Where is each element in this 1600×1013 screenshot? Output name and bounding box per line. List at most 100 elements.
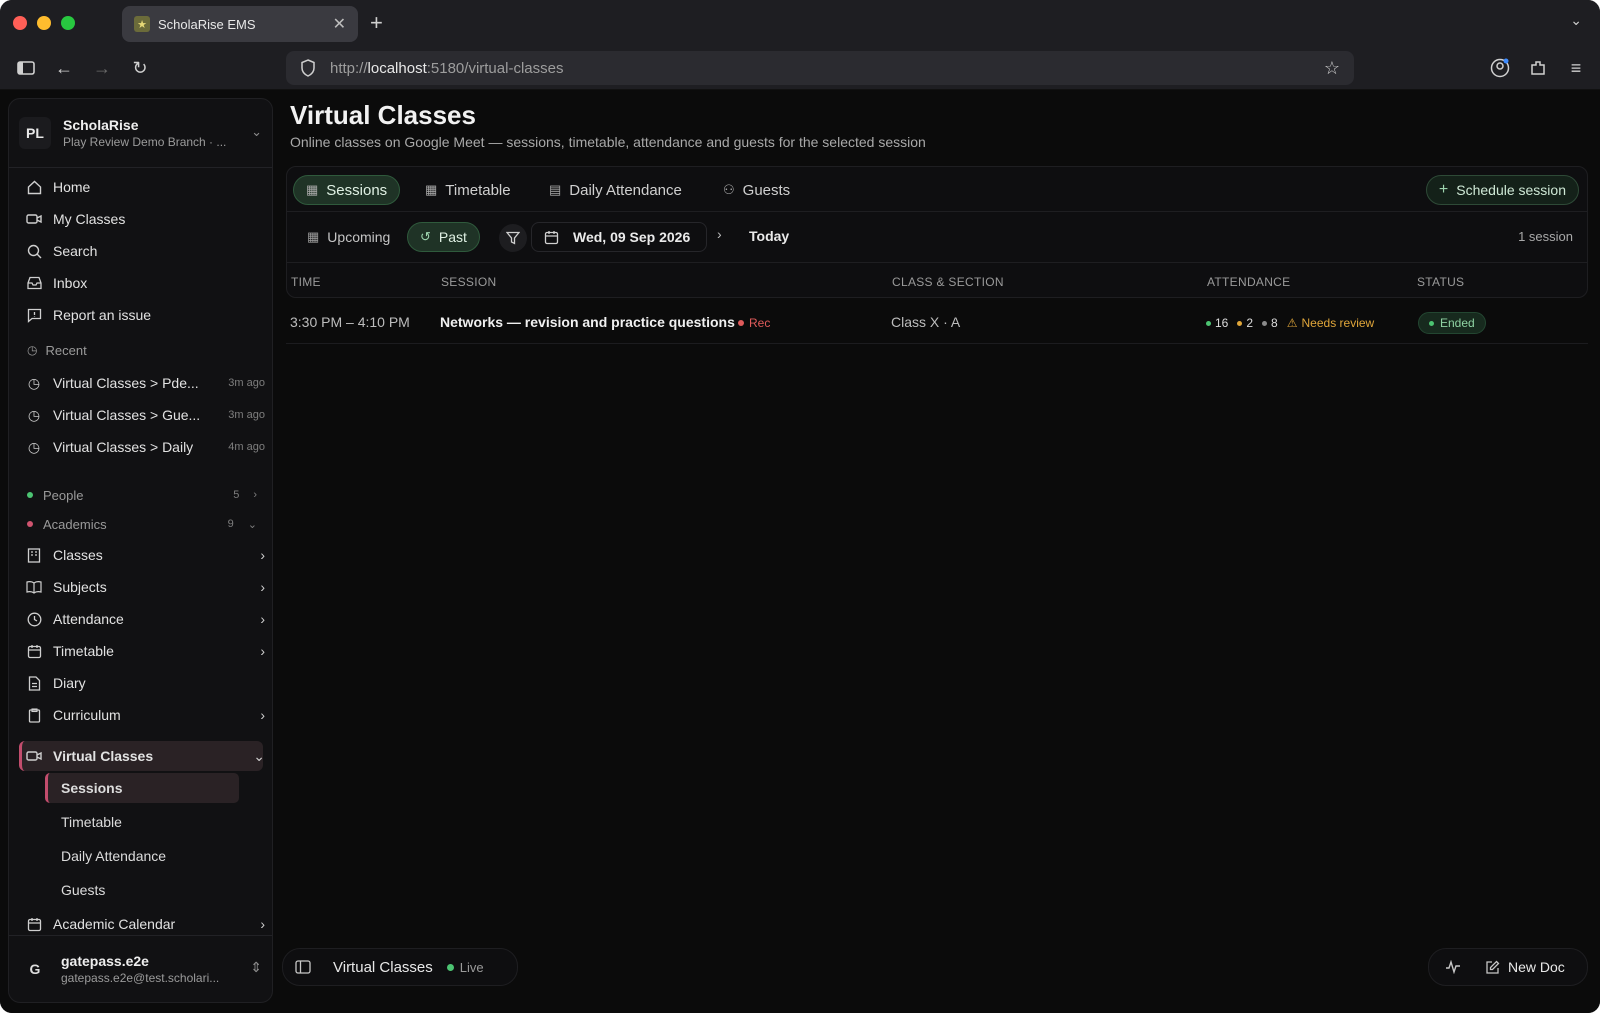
- live-dot: [446, 963, 454, 971]
- tab-guests[interactable]: ⚇ Guests: [711, 175, 802, 205]
- users-icon: ⚇: [723, 182, 735, 197]
- sidebar-subitem-timetable[interactable]: Timetable: [61, 814, 122, 830]
- tab-label: Guests: [742, 181, 791, 199]
- tab-title: ScholaRise EMS: [158, 16, 256, 32]
- session-count: 1 session: [1518, 229, 1573, 244]
- sidebar-item-subjects[interactable]: Subjects ›: [25, 573, 265, 601]
- column-header-class-section: CLASS & SECTION: [892, 275, 1004, 289]
- tab-list-chevron-icon[interactable]: ⌄: [1570, 12, 1582, 29]
- panel-toggle-icon[interactable]: [295, 960, 311, 974]
- status-label: Ended: [1440, 316, 1475, 330]
- past-label: Past: [438, 229, 467, 245]
- chevron-down-icon: ⌄: [251, 124, 262, 139]
- new-doc-button[interactable]: New Doc: [1485, 959, 1565, 975]
- workspace-switcher[interactable]: PL ScholaRise Play Review Demo Branch · …: [19, 111, 264, 155]
- date-picker[interactable]: Wed, 09 Sep 2026: [531, 222, 707, 252]
- session-title[interactable]: Networks — revision and practice questio…: [440, 314, 735, 330]
- sidebar-subitem-daily-attendance[interactable]: Daily Attendance: [61, 848, 166, 864]
- sidebar-item-classes[interactable]: Classes ›: [25, 541, 265, 569]
- sidebar-toggle-icon[interactable]: [14, 56, 38, 80]
- bottom-actions: New Doc: [1428, 948, 1588, 986]
- zoom-window-button[interactable]: [61, 16, 75, 30]
- calendar-icon: [25, 915, 43, 933]
- account-icon[interactable]: [1488, 56, 1512, 80]
- tab-daily-attendance[interactable]: ▤ Daily Attendance: [537, 175, 694, 205]
- upcoming-filter-button[interactable]: ▦ Upcoming: [295, 222, 402, 252]
- close-window-button[interactable]: [13, 16, 27, 30]
- attendance-summary[interactable]: 16 2 8 ⚠ Needs review: [1206, 316, 1374, 330]
- recent-item-label: Virtual Classes > Daily: [53, 439, 194, 455]
- status-dot: [27, 492, 33, 498]
- activity-icon[interactable]: [1445, 960, 1461, 974]
- sidebar-item-search[interactable]: Search: [25, 237, 265, 265]
- sidebar-item-home[interactable]: Home: [25, 173, 265, 201]
- tab-label: Sessions: [326, 181, 388, 199]
- sidebar-item-label: Diary: [53, 675, 86, 691]
- sidebar-item-curriculum[interactable]: Curriculum ›: [25, 701, 265, 729]
- sidebar-item-timetable[interactable]: Timetable ›: [25, 637, 265, 665]
- sidebar-item-report-issue[interactable]: Report an issue: [25, 301, 265, 329]
- today-button[interactable]: Today: [749, 228, 789, 244]
- sidebar-item-inbox[interactable]: Inbox: [25, 269, 265, 297]
- back-arrow-icon[interactable]: ←: [52, 56, 76, 80]
- new-tab-button[interactable]: +: [370, 10, 383, 36]
- reload-icon[interactable]: ↻: [128, 56, 152, 80]
- recent-item[interactable]: ◷ Virtual Classes > Daily 4m ago: [25, 433, 265, 461]
- calendar-icon: ▦: [307, 229, 320, 244]
- group-academics[interactable]: Academics 9 ⌄: [27, 513, 257, 535]
- late-count: 2: [1246, 316, 1254, 330]
- status-badge: Ended: [1418, 312, 1486, 334]
- sidebar-subitem-guests[interactable]: Guests: [61, 882, 105, 898]
- sidebar-item-diary[interactable]: Diary: [25, 669, 265, 697]
- forward-arrow-icon[interactable]: →: [90, 56, 114, 80]
- live-indicator: Live: [446, 959, 484, 975]
- recent-item-time: 3m ago: [228, 377, 265, 389]
- sidebar-item-label: Subjects: [53, 579, 107, 595]
- sidebar-item-virtual-classes[interactable]: Virtual Classes ⌄: [25, 742, 265, 770]
- sidebar-item-attendance[interactable]: Attendance ›: [25, 605, 265, 633]
- needs-review-label: Needs review: [1301, 316, 1375, 330]
- group-count: 5: [233, 489, 240, 501]
- group-people[interactable]: People 5 ›: [27, 484, 257, 506]
- browser-navbar: ← → ↻ http://localhost:5180/virtual-clas…: [0, 46, 1600, 90]
- recent-item[interactable]: ◷ Virtual Classes > Pde... 3m ago: [25, 369, 265, 397]
- sidebar-subitem-sessions[interactable]: Sessions: [61, 780, 122, 796]
- bookmark-star-icon[interactable]: ☆: [1324, 58, 1340, 79]
- table-row[interactable]: 3:30 PM – 4:10 PM Networks — revision an…: [286, 300, 1588, 344]
- clock-icon: ◷: [27, 438, 41, 455]
- sidebar-item-label: Home: [53, 179, 91, 195]
- next-day-chevron-icon[interactable]: ›: [717, 226, 722, 242]
- schedule-session-button[interactable]: + Schedule session: [1425, 175, 1579, 205]
- column-header-status: STATUS: [1417, 275, 1465, 289]
- tab-bar: ▦ Sessions ▦ Timetable ▤ Daily Attendanc…: [286, 166, 1588, 212]
- filter-bar: ▦ Upcoming ↺ Past Wed, 09 Sep 2026 › Tod…: [286, 212, 1588, 262]
- video-icon: [25, 747, 43, 765]
- book-icon: [25, 578, 43, 596]
- tab-sessions[interactable]: ▦ Sessions: [293, 175, 401, 205]
- filter-icon[interactable]: [499, 224, 527, 252]
- close-tab-icon[interactable]: ✕: [333, 14, 346, 34]
- recent-item[interactable]: ◷ Virtual Classes > Gue... 3m ago: [25, 401, 265, 429]
- extensions-icon[interactable]: [1526, 56, 1550, 80]
- divider: [9, 935, 272, 936]
- address-bar[interactable]: http://localhost:5180/virtual-classes ☆: [286, 51, 1354, 85]
- recording-badge: Rec: [738, 316, 770, 330]
- clock-icon: ◷: [27, 406, 41, 423]
- shield-icon[interactable]: [300, 59, 316, 77]
- inbox-icon: [25, 274, 43, 292]
- menu-icon[interactable]: ≡: [1564, 56, 1588, 80]
- past-filter-button[interactable]: ↺ Past: [407, 222, 480, 252]
- calendar-icon: ▦: [306, 182, 319, 197]
- sidebar-item-my-classes[interactable]: My Classes: [25, 205, 265, 233]
- clock-icon: [25, 610, 43, 628]
- live-label: Live: [459, 959, 484, 975]
- group-count: 9: [227, 518, 234, 530]
- browser-tab[interactable]: ★ ScholaRise EMS ✕: [122, 6, 358, 42]
- tab-timetable[interactable]: ▦ Timetable: [413, 175, 523, 205]
- building-icon: [25, 546, 43, 564]
- minimize-window-button[interactable]: [37, 16, 51, 30]
- sidebar-item-academic-calendar[interactable]: Academic Calendar ›: [25, 910, 265, 938]
- sidebar-item-label: Virtual Classes: [53, 748, 154, 764]
- user-menu[interactable]: G gatepass.e2e gatepass.e2e@test.scholar…: [19, 947, 264, 991]
- workspace-badge: PL: [19, 117, 51, 149]
